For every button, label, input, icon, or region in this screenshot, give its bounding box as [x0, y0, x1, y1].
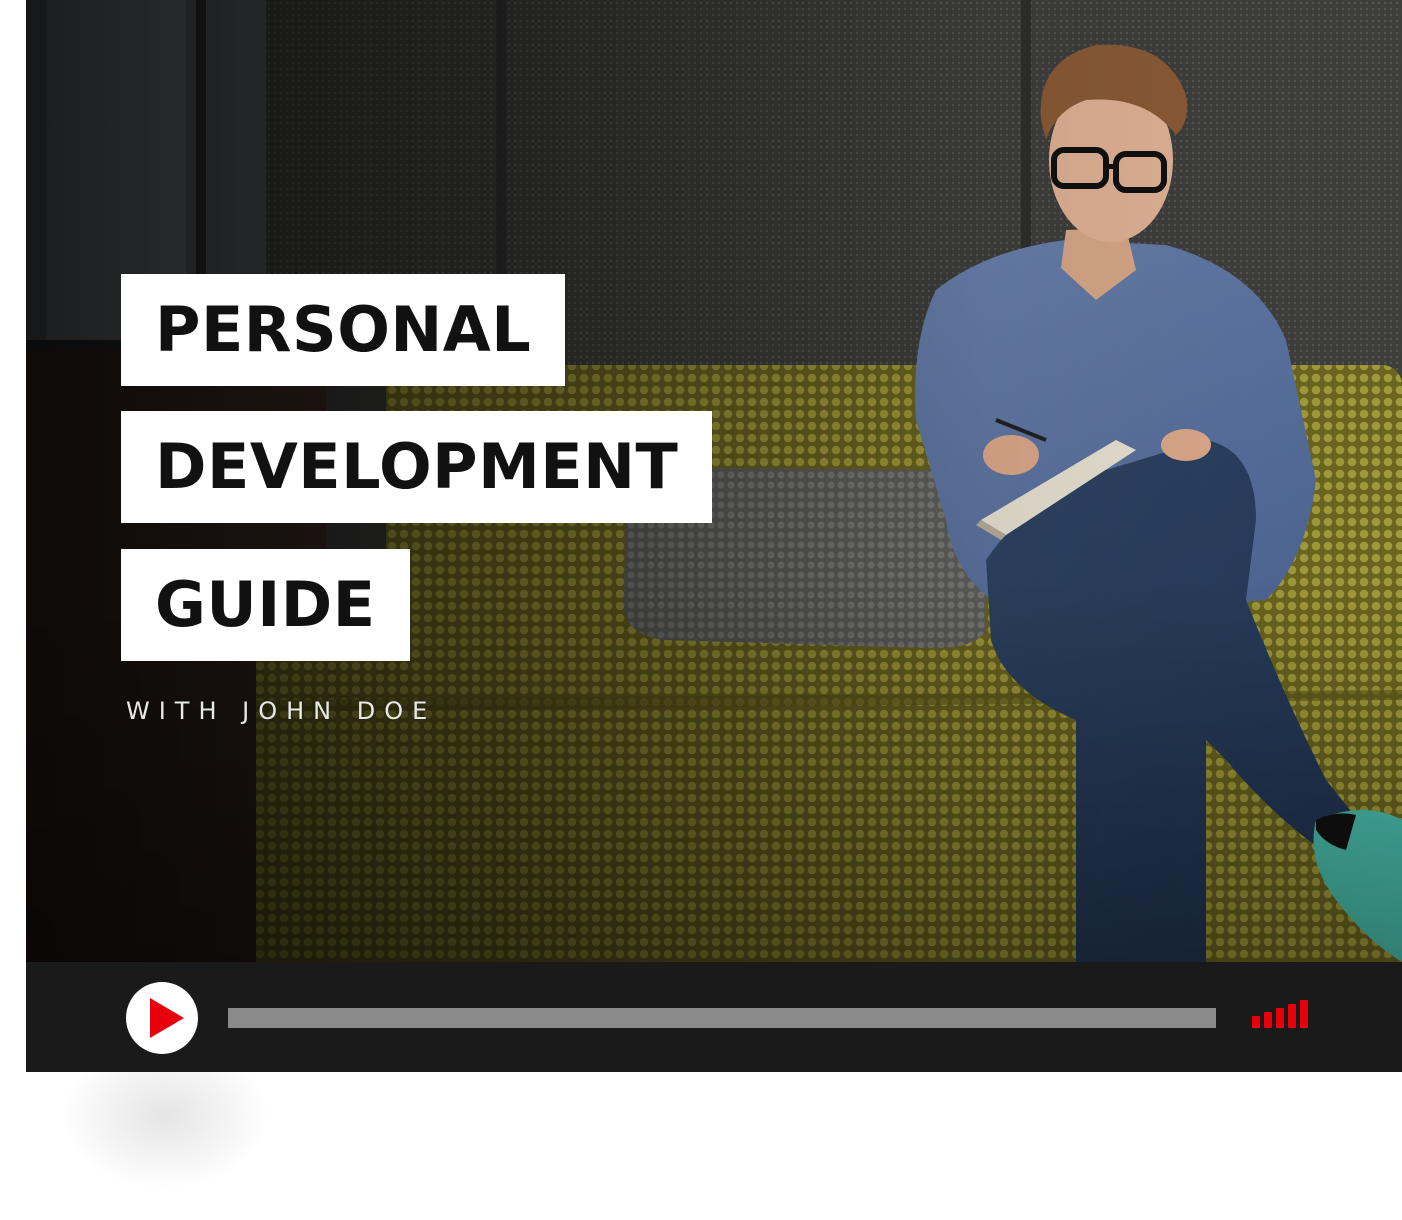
- title-line-1: PERSONAL: [121, 274, 566, 386]
- volume-bar: [1300, 1000, 1308, 1028]
- volume-bar: [1252, 1016, 1260, 1028]
- volume-bar: [1276, 1008, 1284, 1028]
- play-button[interactable]: [126, 982, 198, 1054]
- page: PERSONAL DEVELOPMENT GUIDE WITH JOHN DOE: [0, 0, 1402, 1220]
- progress-bar[interactable]: [228, 1008, 1216, 1028]
- volume-bar: [1264, 1012, 1272, 1028]
- video-player: PERSONAL DEVELOPMENT GUIDE WITH JOHN DOE: [26, 0, 1402, 1072]
- title-line-2: DEVELOPMENT: [121, 411, 713, 523]
- player-controls: [26, 962, 1402, 1072]
- title-line-3: GUIDE: [121, 549, 410, 661]
- video-subtitle: WITH JOHN DOE: [126, 697, 437, 725]
- volume-bar: [1288, 1004, 1296, 1028]
- video-frame[interactable]: PERSONAL DEVELOPMENT GUIDE WITH JOHN DOE: [26, 0, 1402, 962]
- volume-bars-icon[interactable]: [1252, 998, 1312, 1028]
- play-icon: [150, 998, 184, 1038]
